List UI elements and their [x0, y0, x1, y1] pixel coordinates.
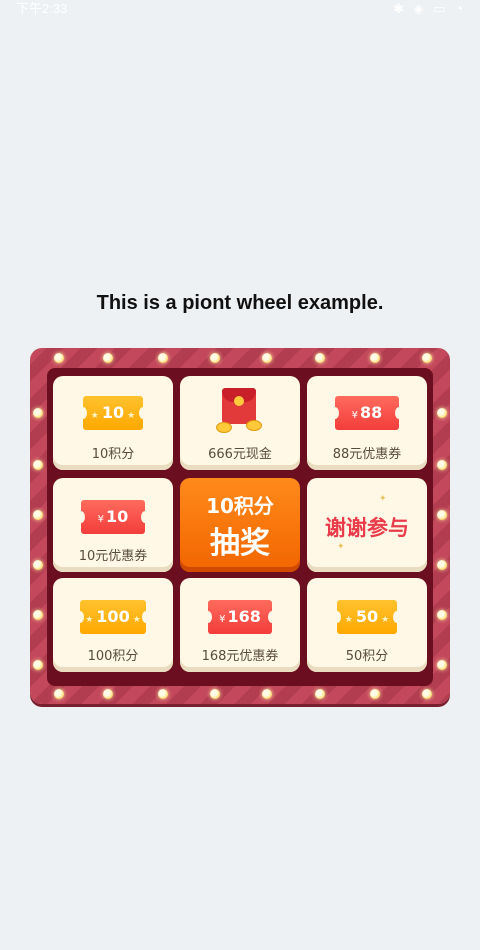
marquee-bulb: [33, 510, 43, 520]
marquee-bulb: [315, 689, 325, 699]
prize-label: 50积分: [345, 649, 389, 664]
coupon-ticket: ¥88: [331, 396, 403, 430]
ticket-value: 88: [360, 403, 383, 422]
prize-label: 666元现金: [208, 447, 272, 462]
points-ticket: ★ 10 ★: [79, 396, 147, 430]
coin-icon: [216, 422, 232, 433]
sparkle-icon: ✦: [337, 542, 345, 552]
prize-label: 168元优惠券: [201, 649, 279, 664]
status-bar: 下午2:33 ✱ ◈ ▭ ◔: [0, 0, 480, 18]
draw-label: 抽奖: [210, 526, 270, 561]
marquee-bulb: [370, 353, 380, 363]
prize-cell-10-coupon[interactable]: ¥10 10元优惠券: [53, 478, 173, 572]
marquee-bulb: [370, 689, 380, 699]
coupon-ticket: ¥10: [77, 500, 149, 534]
marquee-bulb: [422, 689, 432, 699]
prize-cell-100-points[interactable]: ★ 100 ★ 100积分: [53, 578, 173, 672]
marquee-bulb: [158, 689, 168, 699]
prize-label: 10积分: [91, 447, 135, 462]
marquee-bulb: [437, 610, 447, 620]
marquee-bulb: [437, 660, 447, 670]
coupon-ticket: ¥168: [204, 600, 276, 634]
marquee-bulb: [33, 610, 43, 620]
red-envelope-icon: [222, 388, 256, 424]
marquee-bulb: [158, 353, 168, 363]
thanks-text: 谢谢参与: [325, 516, 409, 540]
prize-cell-666-cash[interactable]: 666元现金: [180, 376, 300, 470]
marquee-bulb: [103, 689, 113, 699]
ticket-value: 50: [355, 607, 379, 626]
marquee-bulb: [33, 408, 43, 418]
draw-button[interactable]: 10积分 抽奖: [180, 478, 300, 572]
marquee-bulb: [315, 353, 325, 363]
prize-cell-88-coupon[interactable]: ¥88 88元优惠券: [307, 376, 427, 470]
marquee-bulb: [262, 353, 272, 363]
sparkle-icon: ✦: [379, 494, 387, 504]
prize-grid: ★10★ 10积分 666元现金 ¥88 88元优惠券 ¥10 10元优惠券: [47, 368, 433, 686]
marquee-bulb: [54, 689, 64, 699]
status-icons: ✱ ◈ ▭ ◔: [393, 1, 466, 16]
draw-cost: 10积分: [206, 494, 274, 518]
points-ticket: ★ 50 ★: [333, 600, 401, 634]
marquee-bulb: [33, 560, 43, 570]
marquee-bulb: [437, 408, 447, 418]
marquee-bulb: [437, 460, 447, 470]
lottery-board: ★10★ 10积分 666元现金 ¥88 88元优惠券 ¥10 10元优惠券: [30, 348, 450, 704]
status-time: 下午2:33: [16, 1, 68, 16]
marquee-bulb: [210, 689, 220, 699]
prize-cell-168-coupon[interactable]: ¥168 168元优惠券: [180, 578, 300, 672]
ticket-value: 10: [106, 507, 129, 526]
marquee-bulb: [210, 353, 220, 363]
ticket-value: 10: [101, 403, 125, 422]
prize-cell-50-points[interactable]: ★ 50 ★ 50积分: [307, 578, 427, 672]
marquee-bulb: [33, 660, 43, 670]
ticket-value: 168: [227, 607, 261, 626]
prize-label: 88元优惠券: [332, 447, 402, 462]
marquee-bulb: [262, 689, 272, 699]
marquee-bulb: [437, 510, 447, 520]
page-title: This is a piont wheel example.: [96, 292, 384, 314]
prize-cell-10-points[interactable]: ★ 10 ★ 10积分: [53, 376, 173, 470]
coin-icon: [246, 420, 262, 431]
ticket-value: 100: [96, 607, 130, 626]
prize-cell-thanks[interactable]: ✦ ✦ 谢谢参与: [307, 478, 427, 572]
prize-label: 10元优惠券: [78, 549, 148, 564]
marquee-bulb: [437, 560, 447, 570]
marquee-bulb: [422, 353, 432, 363]
marquee-bulb: [33, 460, 43, 470]
points-ticket: ★ 100 ★: [76, 600, 150, 634]
prize-label: 100积分: [87, 649, 139, 664]
marquee-bulb: [54, 353, 64, 363]
marquee-bulb: [103, 353, 113, 363]
